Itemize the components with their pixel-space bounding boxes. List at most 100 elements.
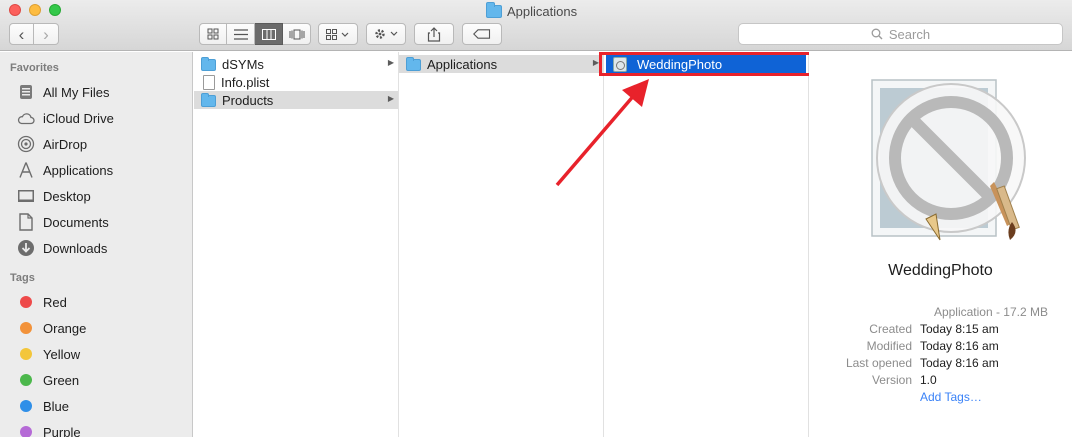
list-item-info-plist[interactable]: Info.plist [194,73,398,91]
document-icon [203,74,215,90]
arrange-icon [326,28,349,40]
forward-button[interactable]: › [34,23,59,45]
all-files-icon [17,83,35,101]
red-tag-dot-icon [20,296,32,308]
meta-key: Version [871,373,912,387]
zoom-window-button[interactable] [49,4,61,16]
sidebar-tag-blue[interactable]: Blue [0,393,192,419]
sidebar-item-label: Purple [43,424,81,437]
disclosure-arrow-icon: ▶ [387,94,394,103]
item-label: dSYMs [222,56,264,72]
sidebar-tag-red[interactable]: Red [0,289,192,315]
meta-key: Modified [866,339,912,353]
column-view-button[interactable] [255,23,283,45]
cloud-icon [17,109,35,127]
sidebar-tag-yellow[interactable]: Yellow [0,341,192,367]
share-icon [427,26,441,42]
disclosure-arrow-icon: ▶ [387,58,394,67]
folder-icon [201,93,216,107]
meta-last-opened: Last opened Today 8:16 am [809,356,1072,373]
chevron-left-icon: ‹ [18,24,25,44]
sidebar-item-label: iCloud Drive [43,110,114,126]
coverflow-view-button[interactable] [283,23,311,45]
sidebar-tag-green[interactable]: Green [0,367,192,393]
icon-view-button[interactable] [199,23,227,45]
gear-icon [375,29,398,39]
tag-icon [473,29,491,39]
browser-column-1: dSYMs ▶ Info.plist Products ▶ [194,52,399,437]
folder-icon [201,57,216,71]
columns-icon [261,28,276,40]
disclosure-arrow-icon: ▶ [592,58,599,67]
list-item-products[interactable]: Products ▶ [194,91,398,109]
search-field[interactable]: Search [738,23,1063,45]
coverflow-icon [289,29,304,39]
sidebar-item-label: AirDrop [43,136,88,152]
sidebar-item-documents[interactable]: Documents [0,209,192,235]
meta-key: Last opened [845,356,912,370]
minimize-window-button[interactable] [29,4,41,16]
list-view-button[interactable] [227,23,255,45]
green-tag-dot-icon [20,374,32,386]
meta-created: Created Today 8:15 am [809,322,1072,339]
meta-modified: Modified Today 8:16 am [809,339,1072,356]
close-window-button[interactable] [9,4,21,16]
sidebar-item-label: Orange [43,320,87,336]
annotation-arrow-icon [555,79,649,187]
tags-button[interactable] [462,23,502,45]
window-toolbar: Applications ‹ › Search [0,0,1072,51]
sidebar-item-all-my-files[interactable]: All My Files [0,79,192,105]
preview-file-kind: Application - 17.2 MB [933,305,1048,319]
documents-icon [17,213,35,231]
preview-metadata: Created Today 8:15 am Modified Today 8:1… [809,322,1072,390]
desktop-icon [17,187,35,205]
sidebar-item-label: Documents [43,214,109,230]
sidebar-item-label: Green [43,372,80,388]
meta-value: Today 8:16 am [920,356,999,370]
meta-value: 1.0 [920,373,937,387]
sidebar-item-desktop[interactable]: Desktop [0,183,192,209]
sidebar-item-applications[interactable]: Applications [0,157,192,183]
search-placeholder: Search [888,26,931,42]
sidebar-tag-purple[interactable]: Purple [0,419,192,437]
sidebar-item-label: Desktop [43,188,91,204]
airdrop-icon [17,135,35,153]
sidebar-tag-orange[interactable]: Orange [0,315,192,341]
applications-icon [17,161,35,179]
meta-value: Today 8:16 am [920,339,999,353]
purple-tag-dot-icon [20,426,32,437]
meta-version: Version 1.0 [809,373,1072,390]
preview-file-name: WeddingPhoto [888,262,993,279]
action-button[interactable] [366,23,406,45]
item-label: Info.plist [221,74,270,90]
sidebar: Favorites All My Files iCloud Drive AirD… [0,52,193,437]
sidebar-item-label: Red [43,294,67,310]
favorites-header: Favorites [10,62,59,74]
list-icon [233,28,248,40]
view-mode-control [199,23,311,45]
item-label: Applications [427,56,498,72]
grid-icon [207,28,219,40]
list-item-dsyms[interactable]: dSYMs ▶ [194,55,398,73]
add-tags-link[interactable]: Add Tags… [920,390,982,404]
sidebar-item-label: Yellow [43,346,81,362]
orange-tag-dot-icon [20,322,32,334]
chevron-right-icon: › [43,24,49,44]
sidebar-item-label: Blue [43,398,70,414]
window-title-text: Applications [507,3,578,19]
sidebar-item-label: Applications [43,162,114,178]
tags-header: Tags [10,272,35,284]
yellow-tag-dot-icon [20,348,32,360]
sidebar-item-airdrop[interactable]: AirDrop [0,131,192,157]
downloads-icon [17,239,35,257]
app-preview-icon [871,79,1026,241]
share-button[interactable] [414,23,454,45]
back-button[interactable]: ‹ [9,23,34,45]
sidebar-item-downloads[interactable]: Downloads [0,235,192,261]
item-label: Products [222,92,274,108]
sidebar-item-label: All My Files [43,84,110,100]
blue-tag-dot-icon [20,400,32,412]
meta-value: Today 8:15 am [920,322,999,336]
arrange-button[interactable] [318,23,358,45]
sidebar-item-icloud-drive[interactable]: iCloud Drive [0,105,192,131]
